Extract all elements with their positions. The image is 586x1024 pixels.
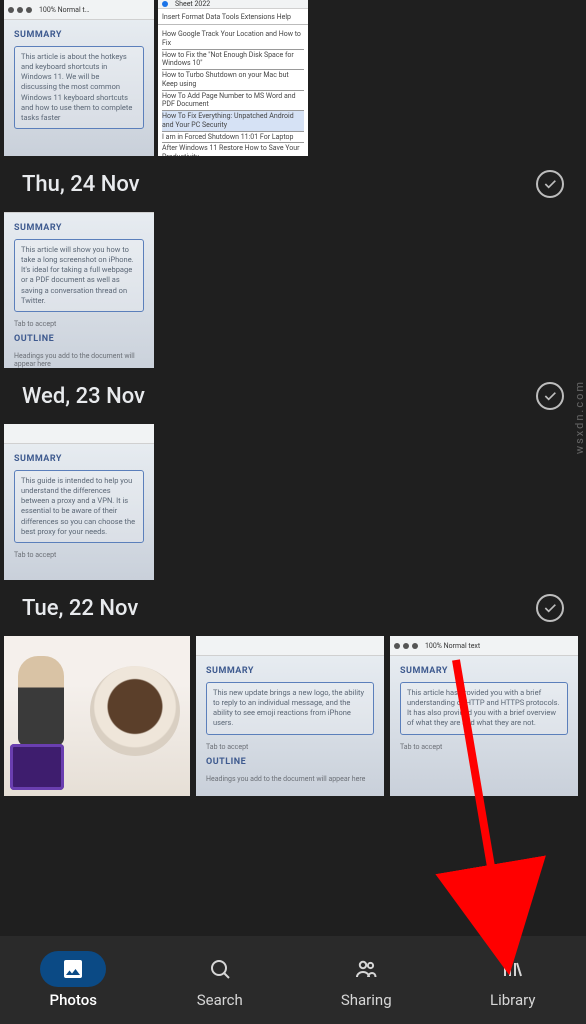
summary-box: This article will show you how to take a… xyxy=(14,239,144,312)
summary-label: SUMMARY xyxy=(206,666,374,676)
doc-preview: Insert Format Data Tools Extensions Help xyxy=(158,9,308,25)
chocolate-bar xyxy=(10,744,64,790)
thumb-toolbar: Sheet 2022 xyxy=(158,0,308,9)
photos-icon xyxy=(61,957,85,981)
summary-label: SUMMARY xyxy=(14,30,144,40)
date-header: Tue, 22 Nov xyxy=(0,580,586,636)
figurine xyxy=(18,656,64,746)
photo-thumbnail[interactable]: SUMMARY This guide is intended to help y… xyxy=(4,424,154,580)
thumb-toolbar: 100% Normal t… xyxy=(4,0,154,20)
coffee-cup xyxy=(90,666,180,756)
photos-scroll-area[interactable]: 100% Normal t… SUMMARY This article is a… xyxy=(0,0,586,940)
photo-thumbnail[interactable] xyxy=(4,636,190,796)
nav-label: Search xyxy=(197,991,243,1009)
thumb-toolbar: 100% Normal text xyxy=(390,636,578,656)
photo-thumbnail[interactable]: SUMMARY This article will show you how t… xyxy=(4,212,154,368)
nav-label: Sharing xyxy=(341,991,392,1009)
thumb-toolbar xyxy=(4,424,154,444)
watermark: wsxdn.com xyxy=(573,380,586,454)
date-header: Wed, 23 Nov xyxy=(0,368,586,424)
summary-box: This new update brings a new logo, the a… xyxy=(206,682,374,735)
date-label: Thu, 24 Nov xyxy=(22,172,140,197)
photo-thumbnail[interactable]: Sheet 2022 Insert Format Data Tools Exte… xyxy=(158,0,308,156)
nav-label: Photos xyxy=(50,991,97,1009)
photo-thumbnail[interactable]: 100% Normal text SUMMARY This article ha… xyxy=(390,636,578,796)
nav-search[interactable]: Search xyxy=(147,936,294,1024)
nav-label: Library xyxy=(490,991,535,1009)
summary-label: SUMMARY xyxy=(14,454,144,464)
photo-row: SUMMARY This guide is intended to help y… xyxy=(0,424,586,580)
people-icon xyxy=(354,957,378,981)
photo-row: SUMMARY This new update brings a new log… xyxy=(0,636,586,796)
date-header: Thu, 24 Nov xyxy=(0,156,586,212)
photo-thumbnail[interactable]: 100% Normal t… SUMMARY This article is a… xyxy=(4,0,154,156)
search-icon xyxy=(208,957,232,981)
photo-thumbnail[interactable]: SUMMARY This new update brings a new log… xyxy=(196,636,384,796)
summary-label: SUMMARY xyxy=(400,666,568,676)
photo-row: 100% Normal t… SUMMARY This article is a… xyxy=(0,0,586,156)
thumb-toolbar xyxy=(196,636,384,656)
bottom-nav: Photos Search Sharing Library xyxy=(0,936,586,1024)
select-all-icon[interactable] xyxy=(536,170,564,198)
summary-box: This article is about the hotkeys and ke… xyxy=(14,46,144,129)
nav-sharing[interactable]: Sharing xyxy=(293,936,440,1024)
date-label: Wed, 23 Nov xyxy=(22,384,145,409)
summary-box: This article has provided you with a bri… xyxy=(400,682,568,735)
library-icon xyxy=(501,957,525,981)
select-all-icon[interactable] xyxy=(536,594,564,622)
photo-row: SUMMARY This article will show you how t… xyxy=(0,212,586,368)
nav-library[interactable]: Library xyxy=(440,936,586,1024)
nav-photos[interactable]: Photos xyxy=(0,936,147,1024)
summary-box: This guide is intended to help you under… xyxy=(14,470,144,543)
summary-label: SUMMARY xyxy=(14,223,144,233)
date-label: Tue, 22 Nov xyxy=(22,596,138,621)
select-all-icon[interactable] xyxy=(536,382,564,410)
